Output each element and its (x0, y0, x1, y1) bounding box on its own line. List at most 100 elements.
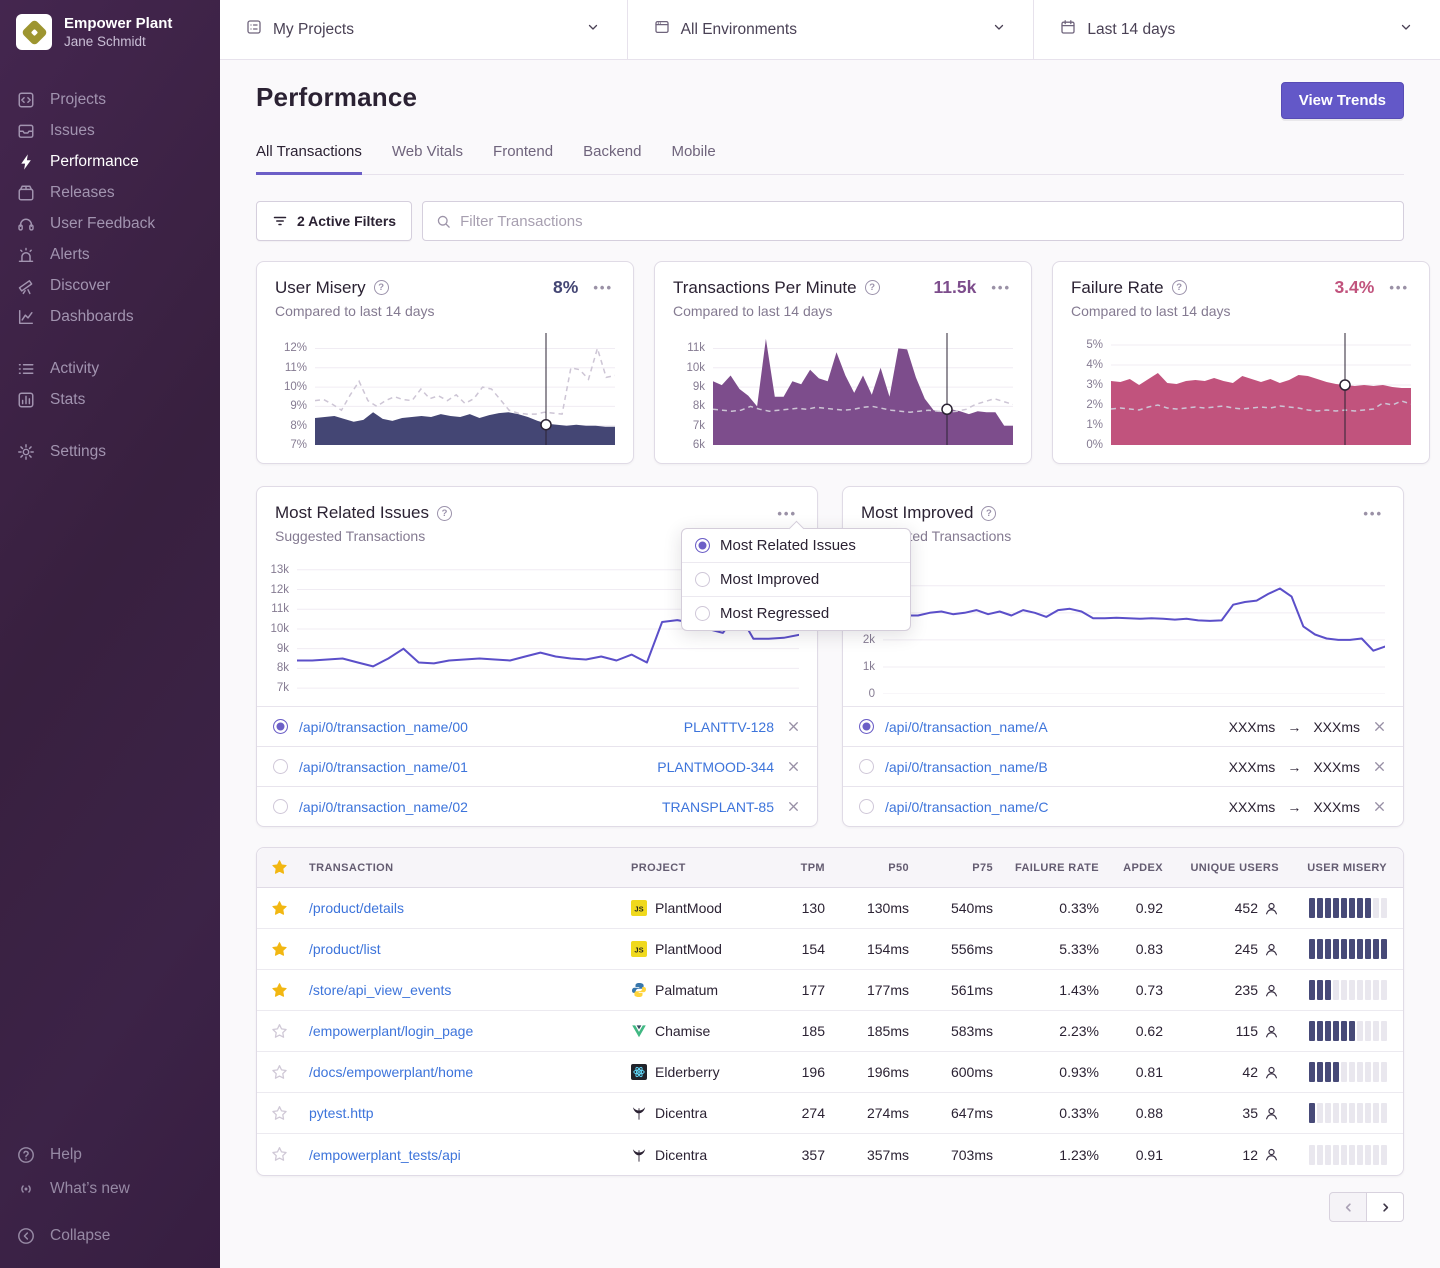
transaction-link[interactable]: /api/0/transaction_name/01 (299, 759, 468, 775)
tab-all-transactions[interactable]: All Transactions (256, 143, 362, 175)
sidebar-item-discover[interactable]: Discover (0, 270, 220, 301)
dropdown-option-most-regressed[interactable]: Most Regressed (682, 596, 910, 630)
transaction-link[interactable]: /empowerplant/login_page (309, 1023, 473, 1039)
tab-backend[interactable]: Backend (583, 143, 641, 175)
close-icon[interactable] (1372, 719, 1387, 734)
tab-web-vitals[interactable]: Web Vitals (392, 143, 463, 175)
sidebar-item-performance[interactable]: Performance (0, 146, 220, 177)
star-toggle[interactable] (257, 982, 301, 999)
improved-transaction-row: /api/0/transaction_name/BXXXms→XXXms (843, 746, 1403, 786)
view-trends-button[interactable]: View Trends (1281, 82, 1404, 119)
issue-link[interactable]: TRANSPLANT-85 (662, 799, 774, 815)
column-header-tpm[interactable]: TPM (771, 862, 833, 874)
card-value: 3.4% (1334, 277, 1374, 298)
ellipsis-menu-button[interactable] (1387, 278, 1411, 297)
column-header-failure-rate[interactable]: FAILURE RATE (1001, 862, 1107, 874)
dropdown-option-most-related-issues[interactable]: Most Related Issues (682, 529, 910, 562)
issue-link[interactable]: PLANTTV-128 (684, 719, 774, 735)
transaction-link[interactable]: /api/0/transaction_name/A (885, 719, 1048, 735)
tab-bar: All Transactions Web Vitals Frontend Backen… (256, 143, 1404, 175)
transaction-link[interactable]: /api/0/transaction_name/C (885, 799, 1048, 815)
project-cell: Dicentra (623, 1147, 771, 1163)
transaction-link[interactable]: /api/0/transaction_name/02 (299, 799, 468, 815)
org-switcher[interactable]: Empower Plant Jane Schmidt (0, 0, 220, 50)
transaction-link[interactable]: /product/details (309, 900, 404, 916)
star-toggle[interactable] (257, 1105, 301, 1122)
transaction-link[interactable]: /store/api_view_events (309, 982, 451, 998)
radio-button[interactable] (273, 799, 288, 814)
help-icon[interactable] (437, 506, 452, 521)
help-icon[interactable] (1172, 280, 1187, 295)
card-subtitle: Compared to last 14 days (673, 303, 1013, 319)
ellipsis-menu-button[interactable] (1361, 504, 1385, 523)
stats-icon (17, 391, 35, 409)
sidebar-item-settings[interactable]: Settings (0, 436, 220, 467)
close-icon[interactable] (1372, 799, 1387, 814)
transaction-link[interactable]: /docs/empowerplant/home (309, 1064, 473, 1080)
sidebar-item-stats[interactable]: Stats (0, 384, 220, 415)
close-icon[interactable] (786, 759, 801, 774)
column-header-p75[interactable]: P75 (917, 862, 1001, 874)
radio-button[interactable] (273, 759, 288, 774)
star-toggle[interactable] (257, 900, 301, 917)
project-filter-dropdown[interactable]: My Projects (220, 0, 627, 59)
transaction-link[interactable]: /api/0/transaction_name/B (885, 759, 1048, 775)
dropdown-option-most-improved[interactable]: Most Improved (682, 562, 910, 596)
ellipsis-menu-button[interactable] (775, 504, 799, 523)
help-icon[interactable] (374, 280, 389, 295)
bird-platform-icon (631, 1105, 647, 1121)
alerts-icon (17, 246, 35, 264)
radio-button[interactable] (695, 572, 710, 587)
sidebar-item-what-s-new[interactable]: What’s new (0, 1172, 220, 1206)
sidebar-item-releases[interactable]: Releases (0, 177, 220, 208)
dashboards-icon (17, 308, 35, 326)
sidebar-item-dashboards[interactable]: Dashboards (0, 301, 220, 332)
sidebar-item-help[interactable]: Help (0, 1138, 220, 1172)
column-header-transaction[interactable]: TRANSACTION (301, 862, 623, 874)
radio-button[interactable] (859, 799, 874, 814)
close-icon[interactable] (786, 799, 801, 814)
tab-mobile[interactable]: Mobile (671, 143, 715, 175)
sidebar-item-user-feedback[interactable]: User Feedback (0, 208, 220, 239)
date-range-dropdown[interactable]: Last 14 days (1033, 0, 1440, 59)
transaction-link[interactable]: /api/0/transaction_name/00 (299, 719, 468, 735)
star-toggle[interactable] (257, 1146, 301, 1163)
radio-button[interactable] (859, 719, 874, 734)
radio-button[interactable] (695, 538, 710, 553)
transaction-link[interactable]: /empowerplant_tests/api (309, 1147, 461, 1163)
column-header-project[interactable]: PROJECT (623, 862, 771, 874)
active-filters-button[interactable]: 2 Active Filters (256, 201, 412, 241)
help-icon[interactable] (981, 506, 996, 521)
star-toggle[interactable] (257, 941, 301, 958)
close-icon[interactable] (1372, 759, 1387, 774)
sidebar-item-alerts[interactable]: Alerts (0, 239, 220, 270)
ellipsis-menu-button[interactable] (591, 278, 615, 297)
star-toggle[interactable] (257, 1064, 301, 1081)
environment-filter-dropdown[interactable]: All Environments (627, 0, 1034, 59)
ellipsis-menu-button[interactable] (989, 278, 1013, 297)
next-page-button[interactable] (1366, 1192, 1404, 1222)
issue-link[interactable]: PLANTMOOD-344 (657, 759, 774, 775)
star-toggle[interactable] (257, 1023, 301, 1040)
radio-button[interactable] (695, 606, 710, 621)
user-misery-cell (1287, 1103, 1403, 1123)
column-header-p50[interactable]: P50 (833, 862, 917, 874)
transaction-link[interactable]: pytest.http (309, 1105, 374, 1121)
close-icon[interactable] (786, 719, 801, 734)
search-input[interactable] (460, 213, 1390, 230)
radio-button[interactable] (273, 719, 288, 734)
column-header-user-misery[interactable]: USER MISERY (1287, 862, 1403, 874)
help-icon[interactable] (865, 280, 880, 295)
sidebar-item-projects[interactable]: Projects (0, 84, 220, 115)
tab-frontend[interactable]: Frontend (493, 143, 553, 175)
project-name: Dicentra (655, 1105, 707, 1121)
sidebar-collapse-button[interactable]: Collapse (0, 1219, 220, 1253)
column-header-unique-users[interactable]: UNIQUE USERS (1171, 862, 1287, 874)
transaction-link[interactable]: /product/list (309, 941, 381, 957)
radio-button[interactable] (859, 759, 874, 774)
prev-page-button[interactable] (1329, 1192, 1367, 1222)
sidebar-item-issues[interactable]: Issues (0, 115, 220, 146)
column-header-apdex[interactable]: APDEX (1107, 862, 1171, 874)
card-value: 8% (553, 277, 578, 298)
sidebar-item-activity[interactable]: Activity (0, 353, 220, 384)
